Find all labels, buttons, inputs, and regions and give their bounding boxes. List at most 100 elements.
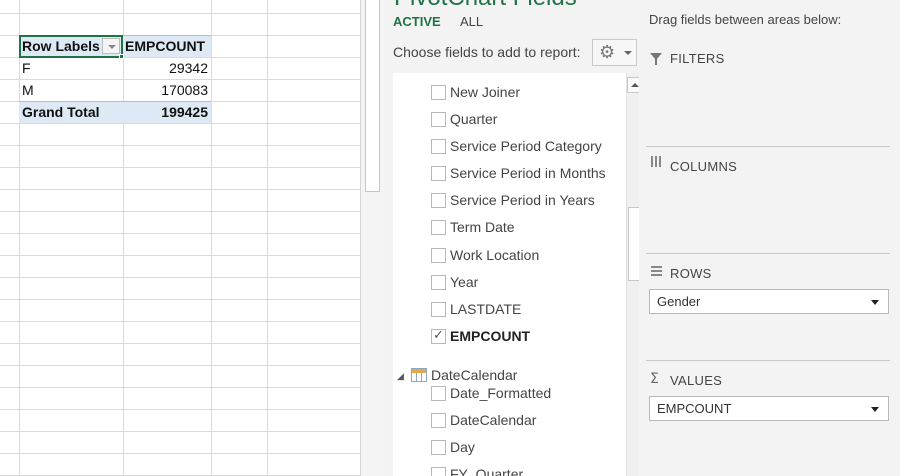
pivot-grand-total-label[interactable]: Grand Total (22, 101, 100, 123)
field-checkbox[interactable] (431, 139, 446, 154)
tab-all[interactable]: ALL (460, 14, 483, 29)
field-label: Date_Formatted (450, 385, 552, 401)
field-item-new-joiner[interactable]: New Joiner (393, 81, 623, 105)
field-item-year[interactable]: Year (393, 271, 623, 295)
columns-drop-zone[interactable] (646, 180, 890, 253)
grid-column-line (211, 0, 212, 476)
grid-row-line (0, 365, 360, 366)
field-item-service-period-in-months[interactable]: Service Period in Months (393, 162, 623, 186)
columns-area-label: COLUMNS (670, 159, 738, 174)
area-divider (646, 253, 890, 254)
choose-fields-label: Choose fields to add to report: (393, 44, 581, 60)
grid-row-line (0, 299, 360, 300)
field-item-quarter[interactable]: Quarter (393, 108, 623, 132)
field-checkbox[interactable] (431, 275, 446, 290)
sheet-scrollbar-thumb[interactable] (365, 0, 380, 192)
collapse-triangle-icon[interactable]: ◢ (397, 371, 404, 382)
field-label: Year (450, 274, 479, 290)
values-field-empcount[interactable]: EMPCOUNT (649, 396, 889, 421)
field-label: FY_Quarter (450, 466, 524, 476)
gear-icon: ⚙ (599, 42, 616, 62)
chevron-down-icon (624, 51, 632, 55)
pivot-value-header[interactable]: EMPCOUNT (125, 35, 205, 57)
table-label: DateCalendar (431, 367, 518, 383)
tools-button[interactable]: ⚙ (592, 39, 637, 66)
field-label: New Joiner (450, 84, 521, 100)
field-label: Service Period Category (450, 138, 602, 154)
field-item-work-location[interactable]: Work Location (393, 244, 623, 268)
sigma-icon: Σ (650, 371, 659, 387)
field-item-datecalendar[interactable]: DateCalendar (393, 409, 623, 433)
dropdown-arrow-icon[interactable] (871, 407, 879, 412)
grid-column-line (267, 0, 268, 476)
sheet-vertical-scrollbar[interactable] (360, 0, 384, 476)
table-icon (411, 368, 427, 382)
field-checkbox[interactable] (431, 166, 446, 181)
grid-row-line (0, 211, 360, 212)
grid-row-line (0, 145, 360, 146)
values-area-label: VALUES (670, 373, 723, 388)
grid-row-line (0, 321, 360, 322)
grid-row-line (0, 453, 360, 454)
field-item-service-period-category[interactable]: Service Period Category (393, 135, 623, 159)
pane-title: PivotChart Fields (394, 0, 577, 12)
field-checkbox[interactable] (431, 220, 446, 235)
pivot-row-value[interactable]: 29342 (124, 57, 208, 79)
filters-area-label: FILTERS (670, 51, 725, 66)
field-checkbox[interactable] (431, 440, 446, 455)
filters-drop-zone[interactable] (646, 72, 890, 146)
field-item-day[interactable]: Day (393, 436, 623, 460)
field-checkbox[interactable] (431, 302, 446, 317)
field-list-scrollbar[interactable] (626, 73, 639, 476)
grid-row-line (0, 13, 360, 14)
grid-row-line (0, 189, 360, 190)
field-label: DateCalendar (450, 412, 537, 428)
field-checkbox[interactable] (431, 85, 446, 100)
field-item-fy-quarter[interactable]: FY_Quarter (393, 463, 623, 476)
field-label: LASTDATE (450, 301, 522, 317)
field-label: Day (450, 439, 475, 455)
field-label: Quarter (450, 111, 498, 127)
field-item-term-date[interactable]: Term Date (393, 216, 623, 240)
field-label: Work Location (450, 247, 540, 263)
pivotchart-fields-pane: PivotChart Fields ACTIVE ALL Choose fiel… (384, 0, 900, 476)
field-checkbox[interactable] (431, 413, 446, 428)
field-checkbox[interactable] (431, 248, 446, 263)
field-item-date-formatted[interactable]: Date_Formatted (393, 382, 623, 406)
grid-row-line (0, 277, 360, 278)
field-label: Service Period in Months (450, 165, 606, 181)
rows-field-gender[interactable]: Gender (649, 289, 889, 314)
field-item-empcount[interactable]: EMPCOUNT (393, 325, 623, 349)
rows-field-label: Gender (657, 294, 701, 309)
field-label: Service Period in Years (450, 192, 595, 208)
pivot-row-label[interactable]: M (22, 79, 34, 101)
grid-row-line (0, 167, 360, 168)
field-item-service-period-in-years[interactable]: Service Period in Years (393, 189, 623, 213)
field-list[interactable]: New Joiner Quarter Service Period Catego… (393, 73, 639, 476)
grid-row-line (0, 123, 360, 124)
field-checkbox[interactable] (431, 112, 446, 127)
columns-icon (651, 156, 663, 168)
scroll-up-arrow-icon[interactable] (627, 77, 639, 93)
dropdown-arrow-icon[interactable] (871, 300, 879, 305)
grid-row-line (0, 233, 360, 234)
filter-icon (650, 53, 662, 65)
field-checkbox[interactable] (431, 386, 446, 401)
tab-active[interactable]: ACTIVE (393, 14, 441, 29)
field-checkbox-checked[interactable] (431, 328, 446, 344)
drag-fields-hint: Drag fields between areas below: (649, 12, 842, 27)
field-item-lastdate[interactable]: LASTDATE (393, 298, 623, 322)
pivot-row-value[interactable]: 170083 (124, 79, 208, 101)
field-checkbox[interactable] (431, 193, 446, 208)
rows-area-label: ROWS (670, 266, 712, 281)
grid-column-line (19, 0, 20, 476)
field-list-scrollbar-thumb[interactable] (628, 207, 639, 281)
worksheet-grid[interactable]: Row Labels EMPCOUNT F 29342 M 170083 Gra… (0, 0, 360, 476)
field-checkbox[interactable] (431, 467, 446, 476)
pivot-grand-total-value[interactable]: 199425 (124, 101, 208, 123)
fill-handle[interactable] (119, 54, 124, 59)
pivot-row-label[interactable]: F (22, 57, 31, 79)
area-divider (646, 146, 890, 147)
area-divider (646, 360, 890, 361)
field-label: Term Date (450, 219, 515, 235)
